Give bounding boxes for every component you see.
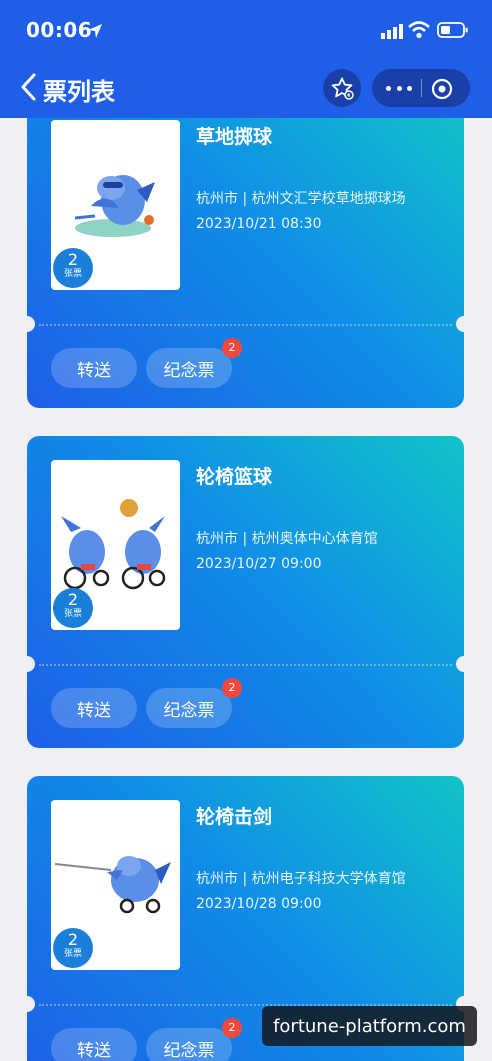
ticket-count-badge: 2 张票 — [53, 248, 93, 288]
ticket-notch-right — [456, 316, 472, 332]
event-venue: 杭州市 | 杭州奥体中心体育馆 — [196, 531, 378, 547]
nav-bar: 票列表 — [0, 62, 492, 118]
souvenir-badge: 2 — [222, 1018, 242, 1038]
ticket-count-badge: 2 张票 — [53, 928, 93, 968]
ticket-count-unit: 张票 — [63, 609, 82, 619]
souvenir-ticket-button[interactable]: 纪念票 — [146, 348, 232, 388]
souvenir-ticket-button[interactable]: 纪念票 — [146, 688, 232, 728]
souvenir-ticket-button[interactable]: 纪念票 — [146, 1028, 232, 1061]
transfer-button[interactable]: 转送 — [51, 348, 137, 388]
status-time: 00:06 — [26, 18, 93, 42]
ticket-count-badge: 2 张票 — [53, 588, 93, 628]
ticket-count-unit: 张票 — [63, 269, 82, 279]
location-arrow-icon — [88, 24, 102, 38]
wifi-icon — [408, 21, 430, 39]
event-title: 草地掷球 — [196, 126, 273, 148]
event-datetime: 2023/10/21 08:30 — [196, 216, 322, 232]
favorite-button[interactable] — [323, 69, 361, 107]
event-venue: 杭州市 | 杭州文汇学校草地掷球场 — [196, 191, 406, 207]
transfer-button[interactable]: 转送 — [51, 688, 137, 728]
ticket-perforation — [39, 664, 452, 666]
ticket-notch-right — [456, 656, 472, 672]
ticket-notch-left — [19, 656, 35, 672]
transfer-button[interactable]: 转送 — [51, 1028, 137, 1061]
watermark: fortune-platform.com — [262, 1006, 477, 1046]
ticket-thumbnail: 2 张票 — [51, 120, 180, 290]
ticket-notch-left — [19, 316, 35, 332]
star-icon — [331, 77, 354, 100]
app-header: 00:06 票列表 — [0, 0, 492, 118]
status-bar: 00:06 — [0, 0, 492, 62]
signal-icon — [381, 24, 403, 39]
ticket-perforation — [39, 324, 452, 326]
ticket-thumbnail: 2 张票 — [51, 800, 180, 970]
ticket-thumbnail: 2 张票 — [51, 460, 180, 630]
ticket-card[interactable]: 2 张票 草地掷球 杭州市 | 杭州文汇学校草地掷球场 2023/10/21 0… — [19, 96, 472, 408]
chevron-left-icon[interactable] — [16, 70, 42, 104]
ticket-count: 2 — [67, 250, 79, 269]
event-venue: 杭州市 | 杭州电子科技大学体育馆 — [196, 871, 406, 887]
event-title: 轮椅篮球 — [196, 466, 273, 488]
ticket-count-unit: 张票 — [63, 949, 82, 959]
capsule-divider — [421, 79, 422, 97]
event-title: 轮椅击剑 — [196, 806, 273, 828]
ticket-count: 2 — [67, 590, 79, 609]
souvenir-badge: 2 — [222, 338, 242, 358]
souvenir-badge: 2 — [222, 678, 242, 698]
mini-program-capsule — [372, 69, 470, 107]
battery-icon — [437, 22, 468, 38]
ticket-count: 2 — [67, 930, 79, 949]
event-datetime: 2023/10/28 09:00 — [196, 896, 322, 912]
page-title: 票列表 — [43, 78, 115, 106]
ticket-card[interactable]: 2 张票 轮椅篮球 杭州市 | 杭州奥体中心体育馆 2023/10/27 09:… — [19, 436, 472, 748]
target-icon[interactable] — [430, 77, 454, 101]
event-datetime: 2023/10/27 09:00 — [196, 556, 322, 572]
ticket-notch-left — [19, 996, 35, 1012]
more-dots-icon[interactable] — [386, 78, 412, 98]
